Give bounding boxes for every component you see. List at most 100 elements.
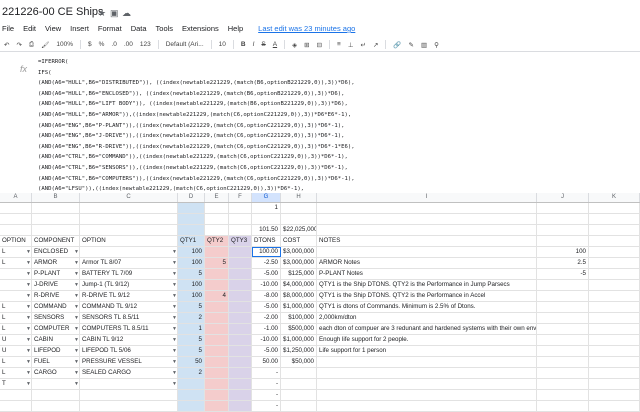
cell-k[interactable] (589, 379, 640, 389)
cell-g[interactable] (252, 214, 281, 224)
dropdown-arrow-icon[interactable]: ▼ (26, 280, 31, 290)
cell-h[interactable]: $8,000,000 (281, 291, 317, 301)
dropdown-arrow-icon[interactable]: ▼ (172, 302, 177, 312)
cell-i[interactable]: NOTES (317, 236, 537, 246)
cell-i[interactable]: each dton of compuer are 3 redunant and … (317, 324, 537, 334)
cell-d[interactable]: 50 (178, 357, 205, 367)
cell-h[interactable]: $22,025,000 (281, 225, 317, 235)
dropdown-arrow-icon[interactable]: ▼ (74, 379, 79, 389)
cell-d[interactable]: 5 (178, 302, 205, 312)
dropdown-arrow-icon[interactable]: ▼ (74, 324, 79, 334)
cell-j[interactable] (537, 302, 589, 312)
cell-d[interactable]: 100 (178, 258, 205, 268)
cell-f[interactable] (229, 335, 252, 345)
cell-g[interactable]: -5.00 (252, 302, 281, 312)
cell-e[interactable] (205, 335, 229, 345)
cell-e[interactable] (205, 390, 229, 400)
cell-c[interactable] (80, 225, 178, 235)
dropdown-arrow-icon[interactable]: ▼ (172, 346, 177, 356)
cell-d[interactable] (178, 225, 205, 235)
cell-i[interactable] (317, 368, 537, 378)
cell-h[interactable]: $100,000 (281, 313, 317, 323)
cell-h[interactable]: $50,000 (281, 357, 317, 367)
dropdown-arrow-icon[interactable]: ▼ (172, 313, 177, 323)
menu-view[interactable]: View (45, 24, 61, 36)
column-header-f[interactable]: F (229, 193, 252, 202)
cell-h[interactable] (281, 390, 317, 400)
dropdown-arrow-icon[interactable]: ▼ (172, 280, 177, 290)
dropdown-arrow-icon[interactable]: ▼ (26, 313, 31, 323)
cell-e[interactable] (205, 225, 229, 235)
cell-b[interactable] (32, 214, 80, 224)
cell-j[interactable] (537, 291, 589, 301)
dropdown-arrow-icon[interactable]: ▼ (74, 357, 79, 367)
cell-g[interactable]: - (252, 379, 281, 389)
cell-b[interactable]: LIFEPOD (32, 346, 80, 356)
cell-k[interactable] (589, 346, 640, 356)
cell-f[interactable] (229, 225, 252, 235)
cell-i[interactable] (317, 203, 537, 213)
cell-j[interactable] (537, 379, 589, 389)
dropdown-arrow-icon[interactable]: ▼ (74, 335, 79, 345)
cell-j[interactable] (537, 313, 589, 323)
last-edit-link[interactable]: Last edit was 23 minutes ago (258, 24, 355, 36)
column-header-g[interactable]: G (252, 193, 281, 202)
cell-i[interactable] (317, 225, 537, 235)
formula-bar[interactable]: =IFERROR(IFS((AND(A6="HULL",B6="DISTRIBU… (0, 53, 640, 194)
cell-c[interactable]: R-DRIVE TL 9/12 (80, 291, 178, 301)
cell-d[interactable]: 100 (178, 247, 205, 257)
cell-c[interactable] (80, 390, 178, 400)
cell-f[interactable] (229, 258, 252, 268)
zoom-select[interactable]: 100% (56, 41, 73, 48)
dropdown-arrow-icon[interactable]: ▼ (26, 247, 31, 257)
dropdown-arrow-icon[interactable]: ▼ (26, 368, 31, 378)
column-header-a[interactable]: A (0, 193, 32, 202)
menu-data[interactable]: Data (131, 24, 147, 36)
column-header-d[interactable]: D (178, 193, 205, 202)
dropdown-arrow-icon[interactable]: ▼ (172, 269, 177, 279)
cell-h[interactable] (281, 379, 317, 389)
cell-d[interactable] (178, 390, 205, 400)
font-size-select[interactable]: 10 (219, 41, 226, 48)
document-title[interactable]: 221226-00 CE Ships (2, 6, 104, 18)
menu-insert[interactable]: Insert (70, 24, 89, 36)
cell-e[interactable] (205, 313, 229, 323)
align-horizontal-icon[interactable]: ≡ (337, 41, 341, 48)
column-header-j[interactable]: J (537, 193, 589, 202)
cell-f[interactable]: QTY3 (229, 236, 252, 246)
cell-e[interactable] (205, 269, 229, 279)
dropdown-arrow-icon[interactable]: ▼ (74, 280, 79, 290)
cell-d[interactable]: 2 (178, 313, 205, 323)
dropdown-arrow-icon[interactable]: ▼ (172, 357, 177, 367)
cell-j[interactable] (537, 236, 589, 246)
cell-e[interactable] (205, 368, 229, 378)
cell-k[interactable] (589, 302, 640, 312)
cell-j[interactable] (537, 346, 589, 356)
cell-j[interactable]: 2.5 (537, 258, 589, 268)
menu-tools[interactable]: Tools (156, 24, 174, 36)
dropdown-arrow-icon[interactable]: ▼ (26, 269, 31, 279)
cell-f[interactable] (229, 291, 252, 301)
cell-g[interactable]: -5.00 (252, 269, 281, 279)
cell-c[interactable]: CABIN TL 9/12 (80, 335, 178, 345)
cell-j[interactable]: 100 (537, 247, 589, 257)
cell-h[interactable]: $1,250,000 (281, 346, 317, 356)
cell-a[interactable] (0, 225, 32, 235)
move-folder-icon[interactable]: ▣ (110, 8, 119, 19)
cell-f[interactable] (229, 280, 252, 290)
cell-c[interactable]: SENSORS TL 8.5/11 (80, 313, 178, 323)
cell-h[interactable]: $3,000,000 (281, 258, 317, 268)
column-header-c[interactable]: C (80, 193, 178, 202)
cell-c[interactable]: SEALED CARGO (80, 368, 178, 378)
dropdown-arrow-icon[interactable]: ▼ (74, 302, 79, 312)
cell-f[interactable] (229, 379, 252, 389)
insert-chart-icon[interactable]: ▥ (421, 41, 427, 49)
dropdown-arrow-icon[interactable]: ▼ (26, 357, 31, 367)
cell-e[interactable]: 4 (205, 291, 229, 301)
column-header-k[interactable]: K (589, 193, 640, 202)
merge-cells-icon[interactable]: ⊟ (317, 41, 322, 49)
currency-format-button[interactable]: $ (88, 41, 92, 48)
cell-d[interactable] (178, 379, 205, 389)
cell-k[interactable] (589, 357, 640, 367)
menu-format[interactable]: Format (98, 24, 122, 36)
